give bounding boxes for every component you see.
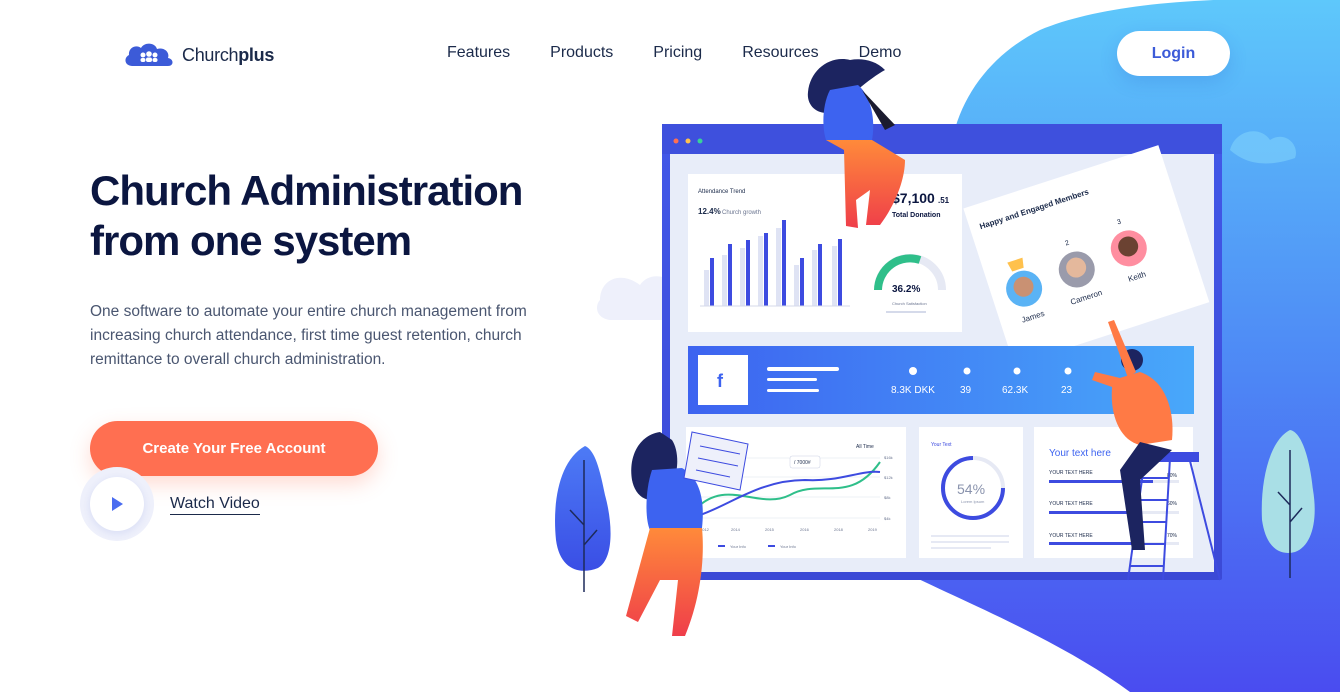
donation-label: Total Donation <box>892 212 940 219</box>
xtick-6: 2019 <box>868 527 878 532</box>
donation-amount: $7,100 <box>892 190 935 206</box>
stat-comments: 23 <box>1061 385 1073 396</box>
donut-value: 54% <box>957 481 985 497</box>
growth-pct: 12.4% <box>698 207 721 216</box>
donut-card: Your Text 54% Lorem Ipsum <box>919 427 1023 558</box>
progress-card: Your text here YOUR TEXT HERE 80% YOUR T… <box>1034 427 1193 558</box>
bar-label-1: YOUR TEXT HERE <box>1049 470 1093 476</box>
attendance-card: Attendance Trend 12.4% Church growth $7,… <box>688 174 962 332</box>
bars-title: Your text here <box>1049 448 1111 459</box>
tree-right <box>1261 430 1315 578</box>
ytick-3: $8k <box>884 495 890 500</box>
donation-cents: .51 <box>938 196 950 205</box>
legend-2: Your Info <box>780 544 797 549</box>
ytick-1: $16k <box>884 455 893 460</box>
bar-value-2: 60% <box>1167 501 1178 507</box>
xtick-3: 2015 <box>765 527 775 532</box>
stat-followers: 62.3K <box>1002 385 1028 396</box>
stat-dkk: 8.3K DKK <box>891 385 935 396</box>
bar-value-3: 70% <box>1167 533 1178 539</box>
ytick-4: $4k <box>884 516 890 521</box>
donut-title: Your Text <box>931 442 952 448</box>
growth-label: Church growth <box>722 210 761 216</box>
dashboard-illustration: Attendance Trend 12.4% Church growth $7,… <box>555 59 1315 636</box>
xtick-2: 2014 <box>731 527 741 532</box>
legend-1: Your Info <box>730 544 747 549</box>
line-chart-tooltip: / 7000# <box>794 460 811 466</box>
bar-label-2: YOUR TEXT HERE <box>1049 501 1093 507</box>
tree-left <box>555 446 611 592</box>
line-chart-filter: All Time <box>856 444 874 450</box>
stat-likes: 39 <box>960 385 972 396</box>
ytick-2: $12k <box>884 475 893 480</box>
bar-label-3: YOUR TEXT HERE <box>1049 533 1093 539</box>
donut-sub: Lorem Ipsum <box>961 499 985 504</box>
facebook-icon: f <box>717 371 724 391</box>
xtick-5: 2018 <box>834 527 844 532</box>
xtick-4: 2016 <box>800 527 810 532</box>
attendance-title: Attendance Trend <box>698 189 745 195</box>
gauge-value: 36.2% <box>892 284 920 295</box>
gauge-label: Church Satisfaction <box>892 301 927 306</box>
